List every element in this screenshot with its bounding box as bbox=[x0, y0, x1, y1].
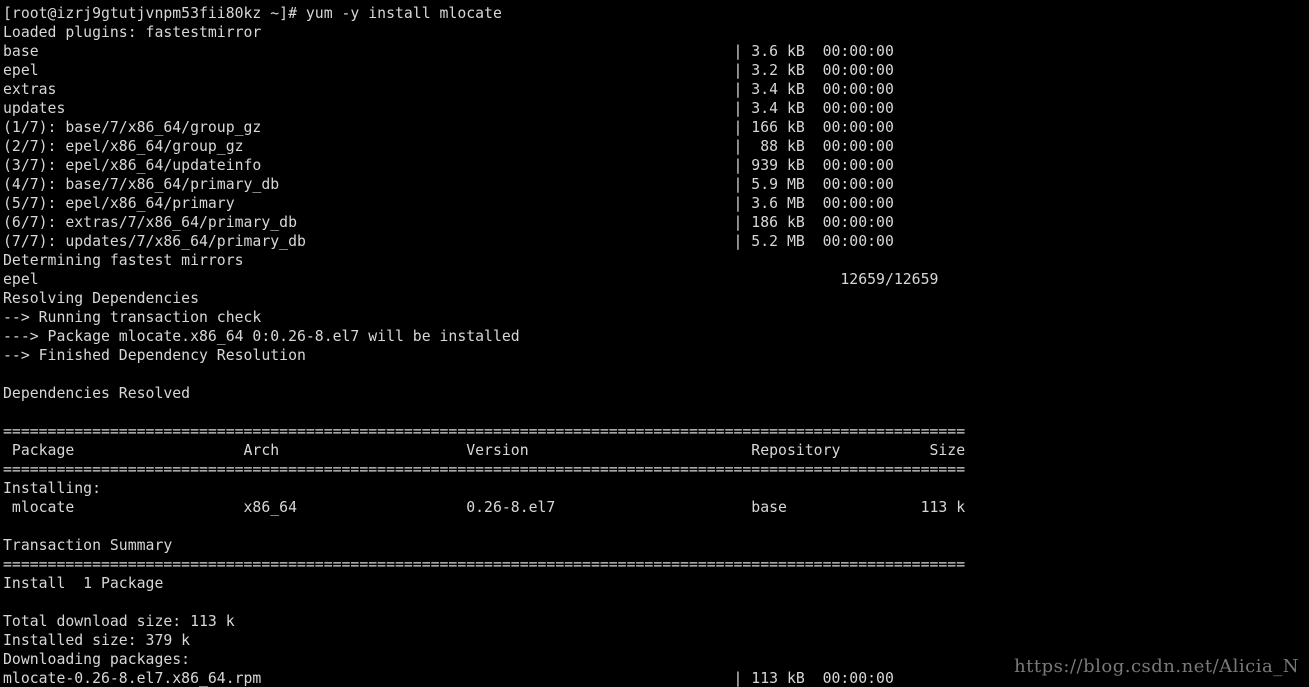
output-line: (4/7): base/7/x86_64/primary_db | 5.9 MB… bbox=[3, 176, 894, 193]
output-line: updates | 3.4 kB 00:00:00 bbox=[3, 100, 894, 117]
output-line: Loaded plugins: fastestmirror bbox=[3, 24, 262, 41]
terminal-output[interactable]: [root@izrj9gtutjvnpm53fii80kz ~]# yum -y… bbox=[3, 4, 1303, 687]
output-line: Resolving Dependencies bbox=[3, 290, 199, 307]
output-line: Installing: bbox=[3, 480, 101, 497]
output-line: epel 12659/12659 bbox=[3, 271, 939, 288]
output-line: Determining fastest mirrors bbox=[3, 252, 244, 269]
separator-line: ========================================… bbox=[3, 423, 966, 440]
output-line: (5/7): epel/x86_64/primary | 3.6 MB 00:0… bbox=[3, 195, 894, 212]
table-row: mlocate x86_64 0.26-8.el7 base 113 k bbox=[3, 499, 966, 516]
command-prompt-line: [root@izrj9gtutjvnpm53fii80kz ~]# yum -y… bbox=[3, 5, 502, 22]
watermark: https://blog.csdn.net/Alicia_N bbox=[1014, 656, 1299, 677]
output-line: (1/7): base/7/x86_64/group_gz | 166 kB 0… bbox=[3, 119, 894, 136]
output-line: base | 3.6 kB 00:00:00 bbox=[3, 43, 894, 60]
output-line: (3/7): epel/x86_64/updateinfo | 939 kB 0… bbox=[3, 157, 894, 174]
separator-line: ========================================… bbox=[3, 461, 966, 478]
output-line: Total download size: 113 k bbox=[3, 613, 235, 630]
table-header-row: Package Arch Version Repository Size bbox=[3, 442, 966, 459]
output-line: Transaction Summary bbox=[3, 537, 173, 554]
output-line: ---> Package mlocate.x86_64 0:0.26-8.el7… bbox=[3, 328, 520, 345]
separator-line: ========================================… bbox=[3, 556, 966, 573]
output-line: extras | 3.4 kB 00:00:00 bbox=[3, 81, 894, 98]
output-line: Installed size: 379 k bbox=[3, 632, 191, 649]
output-line: (6/7): extras/7/x86_64/primary_db | 186 … bbox=[3, 214, 894, 231]
output-line: Install 1 Package bbox=[3, 575, 164, 592]
output-line: (2/7): epel/x86_64/group_gz | 88 kB 00:0… bbox=[3, 138, 894, 155]
output-line: (7/7): updates/7/x86_64/primary_db | 5.2… bbox=[3, 233, 894, 250]
output-line: --> Running transaction check bbox=[3, 309, 262, 326]
output-line: epel | 3.2 kB 00:00:00 bbox=[3, 62, 894, 79]
output-line: --> Finished Dependency Resolution bbox=[3, 347, 306, 364]
output-line: Dependencies Resolved bbox=[3, 385, 191, 402]
